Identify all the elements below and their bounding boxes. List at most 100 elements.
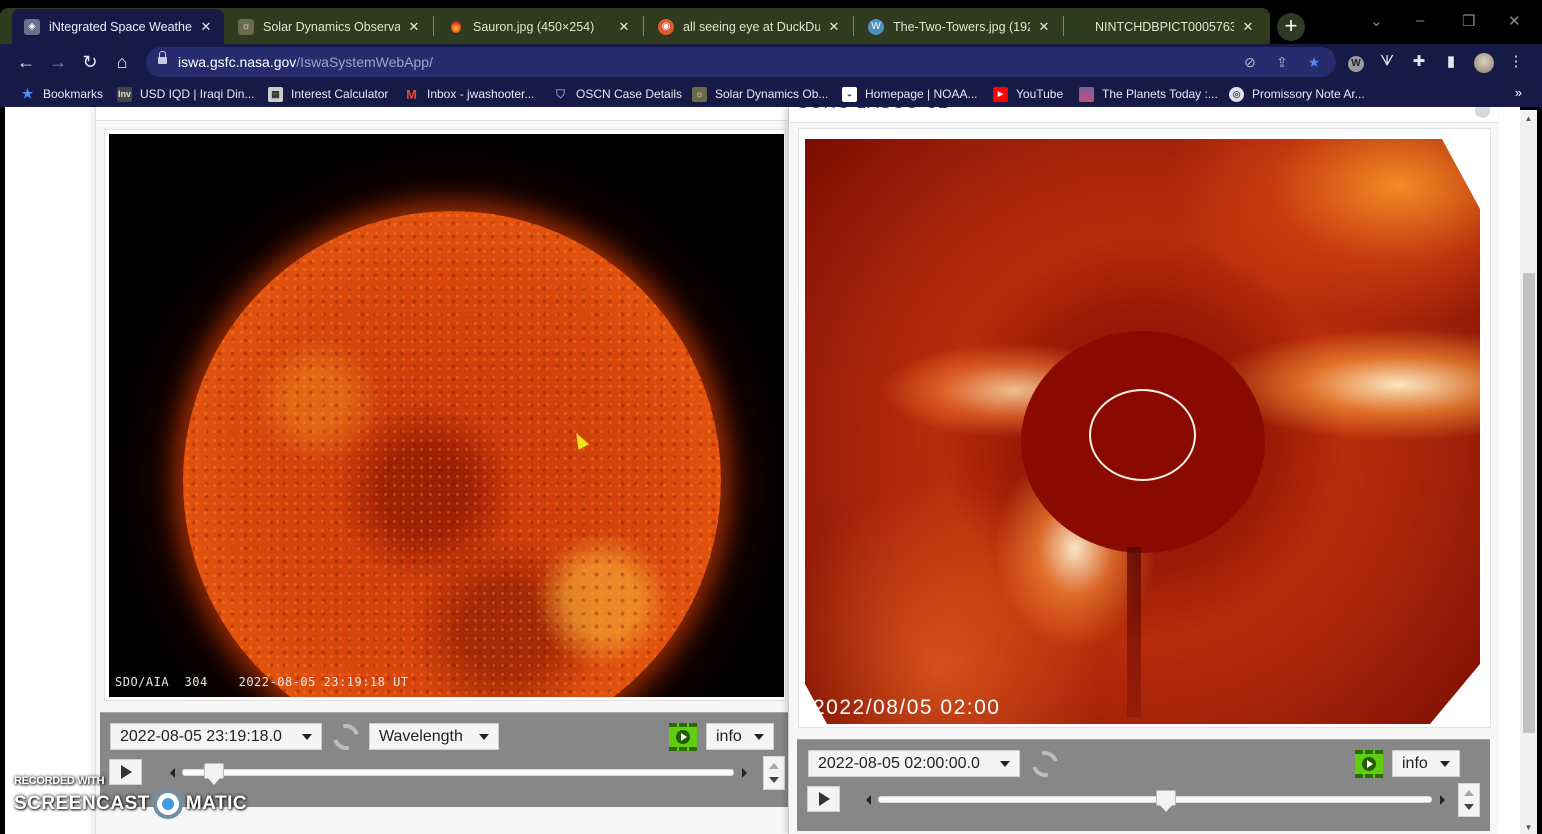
minimize-icon[interactable]: – bbox=[1416, 12, 1424, 29]
bookmark-item[interactable]: ◎ Promissory Note Ar... bbox=[1229, 85, 1365, 103]
reload-icon[interactable]: ↻ bbox=[78, 50, 102, 74]
bookmark-item[interactable]: Inv USD IQD | Iraqi Din... bbox=[117, 85, 254, 103]
planets-icon bbox=[1079, 86, 1094, 102]
tab-title: NINTCHDBPICT00057633 bbox=[1095, 19, 1234, 34]
sun-outline-circle bbox=[1089, 389, 1196, 481]
widget-title-bar[interactable]: SOHO LASCO C2 bbox=[789, 107, 1498, 123]
scrollbar-thumb[interactable] bbox=[1523, 273, 1535, 733]
investing-icon: Inv bbox=[117, 86, 132, 102]
close-tab-icon[interactable]: ✕ bbox=[616, 19, 632, 35]
star-icon: ★ bbox=[21, 86, 34, 101]
sauron-icon bbox=[448, 19, 464, 35]
movie-play-icon[interactable] bbox=[669, 723, 697, 751]
forward-icon[interactable]: → bbox=[46, 50, 70, 74]
step-forward-icon[interactable] bbox=[742, 768, 747, 778]
spinner-down-icon[interactable] bbox=[769, 777, 779, 783]
scroll-up-icon[interactable]: ▲ bbox=[1520, 114, 1537, 123]
close-widget-icon[interactable] bbox=[1475, 107, 1490, 118]
close-tab-icon[interactable]: ✕ bbox=[406, 19, 422, 35]
bookmark-item[interactable]: ⛉ OSCN Case Details bbox=[553, 85, 682, 103]
page-scrollbar[interactable]: ▲ ▼ bbox=[1520, 110, 1537, 834]
tab-nintchdbpict[interactable]: NINTCHDBPICT00057633 ✕ bbox=[1070, 9, 1266, 44]
bookmark-item[interactable]: M Inbox - jwashooter... bbox=[404, 85, 534, 103]
info-select-value: info bbox=[1402, 755, 1428, 772]
speed-spinner[interactable] bbox=[763, 756, 785, 790]
image-frame: SDO/AIA 304 2022-08-05 23:19:18 UT bbox=[104, 129, 786, 701]
restore-icon[interactable]: ❐ bbox=[1462, 12, 1475, 30]
widget-controls: 2022-08-05 02:00:00.0 info bbox=[797, 739, 1490, 831]
bookmark-label: Inbox - jwashooter... bbox=[427, 87, 535, 101]
iswa-icon: ◈ bbox=[24, 18, 40, 35]
url-path: /IswaSystemWebApp/ bbox=[296, 54, 433, 70]
share-icon[interactable]: ⇪ bbox=[1274, 54, 1290, 70]
lock-icon bbox=[158, 51, 167, 65]
tab-two-towers[interactable]: W The-Two-Towers.jpg (1920 ✕ bbox=[856, 9, 1062, 44]
extensions-puzzle-icon[interactable]: ✚ bbox=[1410, 53, 1428, 71]
info-select[interactable]: info bbox=[1392, 750, 1460, 777]
datetime-select[interactable]: 2022-08-05 23:19:18.0 bbox=[110, 723, 322, 750]
spinner-up-icon[interactable] bbox=[769, 763, 779, 769]
image-corner bbox=[1442, 139, 1480, 209]
tab-sdo[interactable]: ☼ Solar Dynamics Observator ✕ bbox=[226, 9, 432, 44]
back-icon[interactable]: ← bbox=[14, 50, 38, 74]
spinner-down-icon[interactable] bbox=[1464, 804, 1474, 810]
speed-spinner[interactable] bbox=[1458, 783, 1480, 817]
url-text[interactable]: iswa.gsfc.nasa.gov/IswaSystemWebApp/ bbox=[178, 54, 433, 70]
calculator-icon: ▦ bbox=[268, 86, 283, 102]
tab-iswa[interactable]: ◈ iNtegrated Space Weather ✕ bbox=[12, 9, 224, 44]
bookmark-item[interactable]: ▶ YouTube bbox=[993, 85, 1063, 103]
step-forward-icon[interactable] bbox=[1440, 795, 1445, 805]
new-tab-button[interactable]: + bbox=[1277, 13, 1305, 41]
noaa-icon: ◒ bbox=[842, 86, 857, 102]
bookmark-item[interactable]: ★ Bookmarks bbox=[20, 85, 103, 103]
extension-v-icon[interactable]: ᗐ bbox=[1378, 53, 1396, 71]
tab-duckduckgo[interactable]: ◉ all seeing eye at DuckDuck ✕ bbox=[646, 9, 852, 44]
lasco-c2-image[interactable]: 2022/08/05 02:00 bbox=[805, 139, 1480, 724]
chevron-down-icon bbox=[1440, 761, 1450, 767]
info-select[interactable]: info bbox=[706, 723, 774, 750]
more-bookmarks-icon[interactable]: » bbox=[1515, 85, 1522, 100]
step-back-icon[interactable] bbox=[866, 795, 871, 805]
refresh-icon[interactable] bbox=[1027, 746, 1063, 782]
spinner-up-icon[interactable] bbox=[1464, 790, 1474, 796]
movie-play-icon[interactable] bbox=[1355, 750, 1383, 778]
menu-kebab-icon[interactable]: ⋮ bbox=[1507, 53, 1525, 71]
timeline-slider[interactable] bbox=[878, 790, 1432, 812]
profile-avatar[interactable] bbox=[1474, 53, 1494, 73]
sdo-aia-304-image[interactable]: SDO/AIA 304 2022-08-05 23:19:18 UT bbox=[109, 134, 784, 697]
bookmark-star-icon[interactable]: ★ bbox=[1306, 54, 1322, 70]
eye-slash-icon[interactable]: ⊘ bbox=[1242, 54, 1258, 70]
tab-title: iNtegrated Space Weather bbox=[49, 19, 192, 34]
widget-title: SOHO LASCO C2 bbox=[797, 107, 949, 113]
address-bar[interactable]: iswa.gsfc.nasa.gov/IswaSystemWebApp/ ⊘ ⇪… bbox=[146, 47, 1336, 77]
widget-title-bar[interactable] bbox=[96, 107, 790, 121]
extension-w-icon[interactable]: W bbox=[1347, 53, 1365, 72]
tab-separator bbox=[643, 16, 644, 36]
home-icon[interactable]: ⌂ bbox=[110, 50, 134, 74]
scroll-down-icon[interactable]: ▼ bbox=[1520, 823, 1537, 832]
close-window-icon[interactable]: ✕ bbox=[1508, 12, 1521, 30]
side-panel-icon[interactable]: ▮ bbox=[1442, 53, 1460, 71]
close-tab-icon[interactable]: ✕ bbox=[826, 19, 842, 35]
sun-texture bbox=[183, 211, 721, 697]
bookmark-label: Interest Calculator bbox=[291, 87, 389, 101]
chevron-down-icon bbox=[754, 734, 764, 740]
timeline-slider[interactable] bbox=[182, 763, 734, 785]
refresh-icon[interactable] bbox=[328, 719, 364, 755]
tab-separator bbox=[1063, 16, 1064, 36]
close-tab-icon[interactable]: ✕ bbox=[1240, 19, 1256, 35]
screencast-logo-icon bbox=[152, 789, 183, 819]
bookmark-item[interactable]: The Planets Today :... bbox=[1079, 85, 1218, 103]
bookmark-item[interactable]: ◒ Homepage | NOAA... bbox=[842, 85, 978, 103]
wavelength-select[interactable]: Wavelength bbox=[369, 723, 499, 750]
bookmark-label: YouTube bbox=[1016, 87, 1064, 101]
datetime-select[interactable]: 2022-08-05 02:00:00.0 bbox=[808, 750, 1020, 777]
close-tab-icon[interactable]: ✕ bbox=[1036, 19, 1052, 35]
bookmark-item[interactable]: ☼ Solar Dynamics Ob... bbox=[692, 85, 828, 103]
close-tab-icon[interactable]: ✕ bbox=[198, 19, 214, 35]
play-button[interactable] bbox=[807, 786, 840, 812]
bookmark-item[interactable]: ▦ Interest Calculator bbox=[268, 85, 388, 103]
timeline-slider-thumb[interactable] bbox=[1156, 790, 1176, 812]
tab-sauron[interactable]: Sauron.jpg (450×254) ✕ bbox=[436, 9, 642, 44]
tab-search-icon[interactable]: ⌄ bbox=[1370, 12, 1383, 30]
